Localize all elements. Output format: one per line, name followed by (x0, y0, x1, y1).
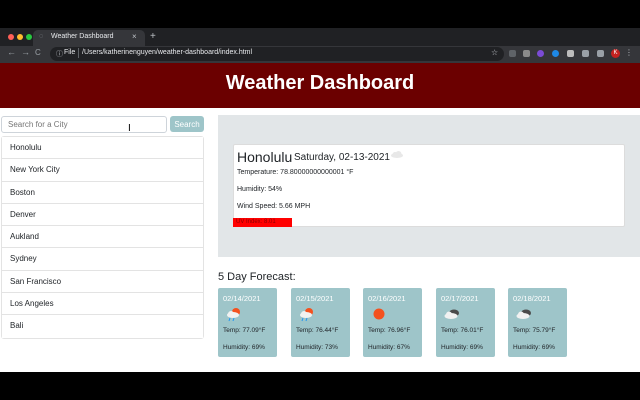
omnibox-divider (78, 48, 79, 58)
dark-cloud-icon (444, 309, 459, 319)
close-window-button[interactable] (8, 34, 14, 40)
page-title: Weather Dashboard (225, 72, 415, 94)
back-icon[interactable]: ← (7, 47, 16, 57)
loading-icon: ◌ (39, 33, 44, 40)
page-header: Weather Dashboard (0, 63, 640, 108)
sun-cloud-rain-icon (300, 308, 313, 322)
dark-cloud-icon (516, 309, 531, 319)
sun-icon (373, 308, 385, 320)
city-item[interactable]: Bali (2, 315, 203, 338)
forecast-temp: Temp: 76.01°F (441, 327, 484, 334)
info-icon[interactable]: ⓘ (56, 49, 63, 59)
forecast-humidity: Humidity: 69% (441, 344, 483, 351)
url-text[interactable]: /Users/katherinenguyen/weather-dashboard… (82, 49, 252, 56)
puzzle-icon[interactable] (582, 50, 589, 57)
tab-close-icon[interactable]: × (132, 32, 137, 41)
bookmark-star-icon[interactable]: ☆ (491, 48, 498, 57)
forward-icon[interactable]: → (21, 47, 30, 57)
forecast-heading: 5 Day Forecast: (218, 271, 296, 283)
forecast-card: 02/18/2021 Temp: 75.79°F Humidity: 69% (508, 288, 567, 357)
cloud-icon (391, 151, 403, 158)
city-item[interactable]: Honolulu (2, 137, 203, 160)
extension-icon[interactable] (537, 50, 544, 57)
city-item[interactable]: Los Angeles (2, 293, 203, 316)
current-wind-speed: Wind Speed: 5.66 MPH (237, 203, 311, 210)
city-item[interactable]: Aukland (2, 226, 203, 249)
browser-menu-icon[interactable]: ⋮ (625, 48, 633, 57)
forecast-card: 02/17/2021 Temp: 76.01°F Humidity: 69% (436, 288, 495, 357)
city-item[interactable]: Boston (2, 181, 203, 204)
forecast-temp: Temp: 75.79°F (513, 327, 556, 334)
current-city-name: Honolulu (237, 149, 293, 165)
forecast-temp: Temp: 76.96°F (368, 327, 411, 334)
profile-avatar[interactable]: K (611, 49, 620, 58)
page-viewport: Weather Dashboard Search I Honolulu New … (0, 63, 640, 372)
extension-icon[interactable] (552, 50, 559, 57)
forecast-date: 02/14/2021 (223, 294, 261, 303)
current-date: Saturday, 02-13-2021 (294, 152, 390, 163)
omnibox-scheme-label: File (64, 49, 76, 56)
forecast-date: 02/17/2021 (441, 294, 479, 303)
forecast-card: 02/15/2021 Temp: 76.44°F Humidity: 73% (291, 288, 350, 357)
search-button[interactable]: Search (170, 116, 204, 132)
minimize-window-button[interactable] (17, 34, 23, 40)
forecast-temp: Temp: 77.09°F (223, 327, 266, 334)
city-item[interactable]: Denver (2, 203, 203, 227)
current-humidity: Humidity: 54% (237, 186, 283, 193)
city-item[interactable]: Sydney (2, 248, 203, 271)
extension-icon[interactable] (567, 50, 574, 57)
forecast-date: 02/15/2021 (296, 294, 334, 303)
forecast-humidity: Humidity: 69% (513, 344, 555, 351)
forecast-temp: Temp: 76.44°F (296, 327, 339, 334)
forecast-card: 02/16/2021 Temp: 76.96°F Humidity: 67% (363, 288, 422, 357)
extension-icon[interactable] (509, 50, 516, 57)
forecast-humidity: Humidity: 67% (368, 344, 410, 351)
uv-index-badge: UV Index: 8.01 (233, 218, 292, 227)
maximize-window-button[interactable] (26, 34, 32, 40)
text-cursor-icon: I (128, 123, 131, 134)
search-input[interactable] (1, 116, 167, 133)
forecast-date: 02/18/2021 (513, 294, 551, 303)
reload-icon[interactable]: C (35, 48, 41, 57)
playlist-icon[interactable] (597, 50, 604, 57)
forecast-humidity: Humidity: 69% (223, 344, 265, 351)
city-item[interactable]: New York City (2, 159, 203, 182)
extension-icon[interactable] (523, 50, 530, 57)
sun-cloud-rain-icon (227, 308, 240, 322)
current-temperature: Temperature: 78.80000000000001 °F (237, 169, 354, 176)
city-history-list: Honolulu New York City Boston Denver Auk… (1, 136, 204, 339)
forecast-card: 02/14/2021 Temp: 77.09°F Humidity: 69% (218, 288, 277, 357)
forecast-date: 02/16/2021 (368, 294, 406, 303)
new-tab-icon[interactable]: + (150, 31, 156, 42)
city-item[interactable]: San Francisco (2, 270, 203, 294)
tab-title: Weather Dashboard (51, 33, 114, 40)
forecast-humidity: Humidity: 73% (296, 344, 338, 351)
